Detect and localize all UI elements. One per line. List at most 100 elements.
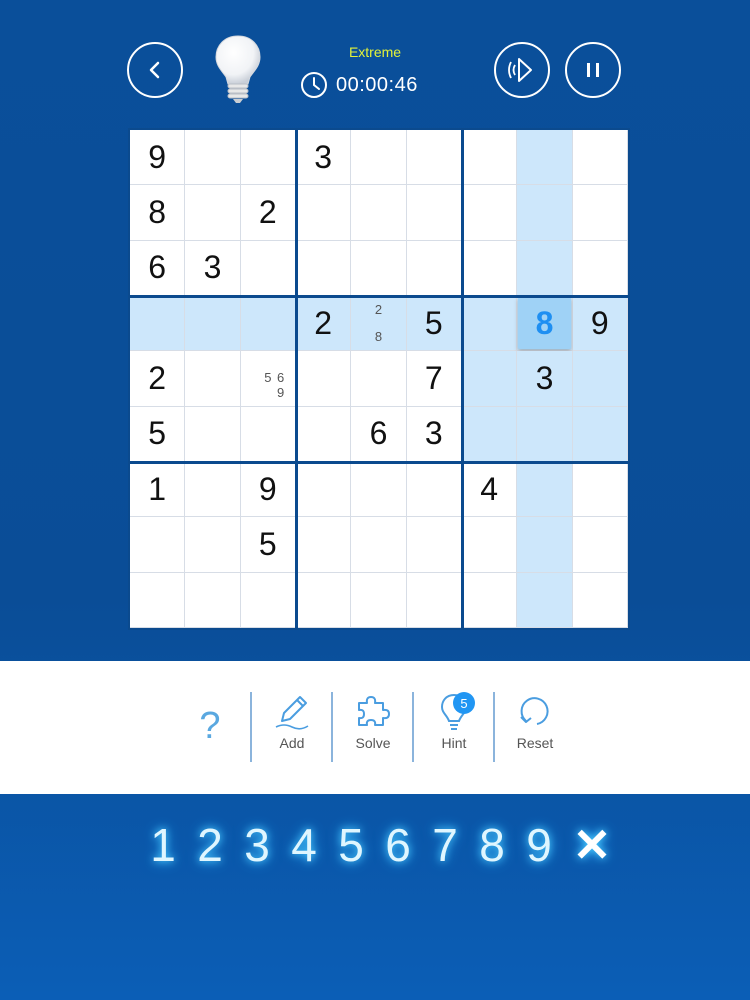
board-cell-r1-c7[interactable] (462, 130, 518, 186)
board-cell-r8-c6[interactable] (406, 517, 462, 573)
board-cell-r2-c4[interactable] (296, 185, 352, 241)
board-cell-r1-c1[interactable]: 9 (130, 130, 186, 186)
board-cell-r3-c7[interactable] (462, 240, 518, 296)
board-cell-r7-c6[interactable] (406, 462, 462, 518)
board-cell-r6-c3[interactable] (240, 406, 296, 462)
board-cell-r1-c3[interactable] (240, 130, 296, 186)
board-cell-r5-c8[interactable]: 3 (517, 351, 573, 407)
board-cell-r6-c2[interactable] (185, 406, 241, 462)
board-cell-r7-c4[interactable] (296, 462, 352, 518)
board-cell-r5-c3[interactable]: 569 (240, 351, 296, 407)
board-cell-r1-c9[interactable] (572, 130, 628, 186)
board-cell-r4-c8[interactable]: 8 (517, 296, 573, 352)
board-cell-r6-c8[interactable] (517, 406, 573, 462)
board-cell-r2-c6[interactable] (406, 185, 462, 241)
board-cell-r3-c4[interactable] (296, 240, 352, 296)
board-cell-r9-c7[interactable] (462, 572, 518, 628)
board-cell-r5-c1[interactable]: 2 (130, 351, 186, 407)
board-cell-r6-c9[interactable] (572, 406, 628, 462)
board-cell-r3-c9[interactable] (572, 240, 628, 296)
board-cell-r9-c1[interactable] (130, 572, 186, 628)
number-key-6[interactable]: 6 (375, 810, 421, 880)
board-cell-r8-c2[interactable] (185, 517, 241, 573)
board-cell-r2-c1[interactable]: 8 (130, 185, 186, 241)
board-cell-r2-c9[interactable] (572, 185, 628, 241)
number-key-4[interactable]: 4 (281, 810, 327, 880)
board-cell-r8-c5[interactable] (351, 517, 407, 573)
board-cell-r5-c4[interactable] (296, 351, 352, 407)
board-cell-r7-c5[interactable] (351, 462, 407, 518)
board-cell-r3-c6[interactable] (406, 240, 462, 296)
board-cell-r6-c6[interactable]: 3 (406, 406, 462, 462)
board-cell-r6-c7[interactable] (462, 406, 518, 462)
board-cell-r8-c4[interactable] (296, 517, 352, 573)
board-cell-r7-c2[interactable] (185, 462, 241, 518)
board-cell-r5-c7[interactable] (462, 351, 518, 407)
board-cell-r4-c4[interactable]: 2 (296, 296, 352, 352)
board-cell-r4-c2[interactable] (185, 296, 241, 352)
board-cell-r8-c7[interactable] (462, 517, 518, 573)
board-cell-r8-c8[interactable] (517, 517, 573, 573)
board-cell-r7-c8[interactable] (517, 462, 573, 518)
board-cell-r4-c5[interactable]: 28 (351, 296, 407, 352)
board-cell-r4-c1[interactable] (130, 296, 186, 352)
number-key-2[interactable]: 2 (187, 810, 233, 880)
board-cell-r9-c5[interactable] (351, 572, 407, 628)
board-cell-r9-c2[interactable] (185, 572, 241, 628)
board-cell-r9-c6[interactable] (406, 572, 462, 628)
back-button[interactable] (127, 42, 183, 98)
board-cell-r9-c3[interactable] (240, 572, 296, 628)
board-cell-r7-c3[interactable]: 9 (240, 462, 296, 518)
board-cell-r6-c5[interactable]: 6 (351, 406, 407, 462)
clear-key[interactable]: ✕ (569, 810, 615, 880)
board-cell-r1-c8[interactable] (517, 130, 573, 186)
board-cell-r6-c1[interactable]: 5 (130, 406, 186, 462)
board-cell-r5-c2[interactable] (185, 351, 241, 407)
add-button[interactable]: Add (252, 691, 332, 771)
board-cell-r1-c4[interactable]: 3 (296, 130, 352, 186)
board-cell-r3-c2[interactable]: 3 (185, 240, 241, 296)
board-cell-r3-c5[interactable] (351, 240, 407, 296)
board-cell-r6-c4[interactable] (296, 406, 352, 462)
reset-label: Reset (516, 735, 554, 751)
number-key-7[interactable]: 7 (422, 810, 468, 880)
board-cell-r1-c2[interactable] (185, 130, 241, 186)
board-cell-r4-c9[interactable]: 9 (572, 296, 628, 352)
board-cell-r9-c8[interactable] (517, 572, 573, 628)
board-cell-r2-c8[interactable] (517, 185, 573, 241)
number-key-1[interactable]: 1 (140, 810, 186, 880)
number-key-3[interactable]: 3 (234, 810, 280, 880)
board-cell-r2-c3[interactable]: 2 (240, 185, 296, 241)
board-cell-r4-c3[interactable] (240, 296, 296, 352)
board-cell-r8-c3[interactable]: 5 (240, 517, 296, 573)
number-key-8[interactable]: 8 (469, 810, 515, 880)
board-cell-r4-c6[interactable]: 5 (406, 296, 462, 352)
board-cell-r7-c1[interactable]: 1 (130, 462, 186, 518)
board-cell-r9-c9[interactable] (572, 572, 628, 628)
board-cell-r5-c9[interactable] (572, 351, 628, 407)
board-cell-r3-c1[interactable]: 6 (130, 240, 186, 296)
board-cell-r7-c7[interactable]: 4 (462, 462, 518, 518)
board-cell-r2-c7[interactable] (462, 185, 518, 241)
board-cell-r8-c1[interactable] (130, 517, 186, 573)
board-cell-r1-c5[interactable] (351, 130, 407, 186)
board-cell-r3-c8[interactable] (517, 240, 573, 296)
board-cell-r7-c9[interactable] (572, 462, 628, 518)
board-cell-r1-c6[interactable] (406, 130, 462, 186)
board-cell-r2-c5[interactable] (351, 185, 407, 241)
board-cell-r5-c6[interactable]: 7 (406, 351, 462, 407)
board-cell-r5-c5[interactable] (351, 351, 407, 407)
board-cell-r2-c2[interactable] (185, 185, 241, 241)
cell-value: 5 (258, 525, 277, 562)
board-cell-r8-c9[interactable] (572, 517, 628, 573)
board-cell-r4-c7[interactable] (462, 296, 518, 352)
number-key-5[interactable]: 5 (328, 810, 374, 880)
pause-button[interactable] (565, 42, 621, 98)
board-cell-r9-c4[interactable] (296, 572, 352, 628)
number-key-9[interactable]: 9 (516, 810, 562, 880)
reset-button[interactable]: Reset (495, 691, 575, 771)
help-button[interactable]: ? (170, 691, 250, 771)
solve-button[interactable]: Solve (333, 691, 413, 771)
sound-button[interactable] (494, 42, 550, 98)
board-cell-r3-c3[interactable] (240, 240, 296, 296)
